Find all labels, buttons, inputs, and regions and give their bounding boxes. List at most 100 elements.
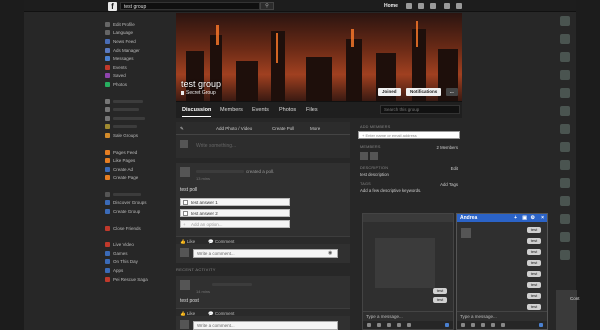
sticker-icon[interactable] — [461, 323, 465, 327]
tab-photos[interactable]: Photos — [279, 107, 296, 113]
contact-avatar[interactable] — [560, 124, 570, 134]
friend-requests-icon[interactable] — [406, 3, 412, 9]
sidebar-item-language[interactable]: Language — [105, 29, 175, 38]
avatar[interactable] — [370, 152, 378, 160]
add-photo-tab[interactable]: Add Photo / Video — [216, 126, 252, 131]
sidebar-item-news-feed[interactable]: News Feed — [105, 37, 175, 46]
post-time[interactable]: 14 mins — [196, 289, 210, 294]
camera-icon[interactable]: ◉ — [328, 250, 332, 256]
sticker-icon[interactable] — [367, 323, 371, 327]
post-time[interactable]: 13 mins — [196, 176, 210, 181]
chevron-down-icon[interactable] — [456, 3, 462, 9]
sidebar-item-apps[interactable]: Apps — [105, 266, 175, 275]
contact-avatar[interactable] — [560, 142, 570, 152]
sidebar-item-group[interactable] — [105, 114, 175, 123]
comment-input[interactable]: Write a comment... — [193, 249, 338, 258]
tab-events[interactable]: Events — [252, 107, 269, 113]
home-link[interactable]: Home — [384, 3, 398, 9]
attachment-icon[interactable] — [501, 323, 505, 327]
contact-avatar[interactable] — [560, 88, 570, 98]
sidebar-item-create-ad[interactable]: Create Ad — [105, 165, 175, 174]
sidebar-item-group[interactable] — [105, 105, 175, 114]
comment-button[interactable]: 💬 Comment — [208, 239, 234, 245]
more-options-button[interactable]: ... — [446, 88, 458, 96]
sidebar-item-ads-manager[interactable]: Ads Manager — [105, 46, 175, 55]
sidebar-item-events[interactable]: Events — [105, 63, 175, 72]
sidebar-item-messages[interactable]: Messages — [105, 54, 175, 63]
thumbs-up-icon[interactable] — [539, 323, 543, 327]
chat-header[interactable]: Andrea + ▣ ⚙ × — [457, 214, 547, 222]
checkbox[interactable] — [183, 200, 188, 205]
contact-avatar[interactable] — [560, 34, 570, 44]
add-members-input[interactable]: + Enter name or email address — [358, 131, 460, 139]
joined-button[interactable]: Joined — [378, 88, 401, 96]
contact-avatar[interactable] — [560, 196, 570, 206]
add-people-icon[interactable]: + — [514, 215, 517, 221]
members-count[interactable]: 2 Members — [437, 145, 459, 150]
edit-description-link[interactable]: Edit — [451, 166, 458, 171]
sidebar-item-pei-rescue-saga[interactable]: Pei Rescue Saga — [105, 275, 175, 284]
sidebar-item-on-this-day[interactable]: On This Day — [105, 258, 175, 267]
sidebar-item-pages-feed[interactable]: Pages Feed — [105, 148, 175, 157]
gear-icon[interactable]: ⚙ — [531, 215, 535, 221]
emoji-icon[interactable] — [387, 323, 391, 327]
chat-header[interactable] — [363, 214, 453, 222]
notifications-button[interactable]: Notifications — [406, 88, 442, 96]
contact-avatar[interactable] — [560, 214, 570, 224]
contact-avatar[interactable] — [560, 106, 570, 116]
help-icon[interactable] — [444, 3, 450, 9]
sidebar-item-photos[interactable]: Photos — [105, 80, 175, 89]
search-input[interactable]: test group — [120, 2, 260, 10]
chat-message-input[interactable]: Type a message... — [457, 311, 547, 321]
search-group-input[interactable]: Search this group — [380, 105, 460, 114]
more-tab[interactable]: More — [310, 126, 320, 131]
tab-files[interactable]: Files — [306, 107, 318, 113]
sidebar-item-group[interactable] — [105, 123, 175, 132]
checkbox[interactable] — [183, 211, 188, 216]
emoji-icon[interactable] — [481, 323, 485, 327]
avatar[interactable] — [360, 152, 368, 160]
sidebar-item-create-page[interactable]: Create Page — [105, 174, 175, 183]
video-call-icon[interactable]: ▣ — [522, 215, 527, 221]
write-something-area[interactable]: Write something... — [176, 134, 350, 158]
sidebar-item-edit-profile[interactable]: Edit Profile — [105, 20, 175, 29]
chat-message-input[interactable]: Type a message... — [363, 311, 453, 321]
poll-option-2[interactable]: test answer 2 — [180, 209, 290, 217]
add-tags-link[interactable]: Add Tags — [440, 182, 458, 187]
contact-avatar[interactable] — [560, 160, 570, 170]
contacts-mini-card[interactable]: Cont — [556, 290, 580, 330]
contact-avatar[interactable] — [560, 16, 570, 26]
sidebar-item-sale-groups[interactable]: Sale Groups — [105, 131, 175, 140]
photo-icon[interactable] — [397, 323, 401, 327]
pencil-icon[interactable]: ✎ — [180, 126, 184, 132]
close-icon[interactable]: × — [541, 215, 544, 221]
sidebar-item-close-friends[interactable]: Close Friends — [105, 224, 175, 233]
gif-icon[interactable] — [377, 323, 381, 327]
like-button[interactable]: 👍 Like — [180, 239, 195, 245]
contact-avatar[interactable] — [560, 70, 570, 80]
add-option-input[interactable]: + Add an option... — [180, 220, 290, 228]
sidebar-item-discover-groups[interactable]: Discover Groups — [105, 199, 175, 208]
sidebar-item-games[interactable]: Games — [105, 249, 175, 258]
contact-avatar[interactable] — [560, 178, 570, 188]
tab-members[interactable]: Members — [220, 107, 243, 113]
contact-avatar[interactable] — [560, 250, 570, 260]
create-poll-tab[interactable]: Create Poll — [272, 126, 294, 131]
poll-option-1[interactable]: test answer 1 — [180, 198, 290, 206]
notifications-icon[interactable] — [430, 3, 436, 9]
facebook-logo-icon[interactable]: f — [108, 2, 117, 11]
messages-icon[interactable] — [418, 3, 424, 9]
photo-icon[interactable] — [491, 323, 495, 327]
comment-input[interactable]: Write a comment... — [193, 321, 338, 330]
sidebar-item-group[interactable] — [105, 97, 175, 106]
sidebar-item-blurred[interactable] — [105, 190, 175, 199]
sidebar-item-live-video[interactable]: Live Video — [105, 240, 175, 249]
search-button[interactable]: ⚲ — [260, 2, 274, 10]
comment-button[interactable]: 💬 Comment — [208, 311, 234, 317]
sidebar-item-saved[interactable]: Saved — [105, 72, 175, 81]
like-button[interactable]: 👍 Like — [180, 311, 195, 317]
sidebar-item-like-pages[interactable]: Like Pages — [105, 156, 175, 165]
contact-avatar[interactable] — [560, 52, 570, 62]
contact-avatar[interactable] — [560, 232, 570, 242]
tab-discussion[interactable]: Discussion — [182, 107, 212, 117]
